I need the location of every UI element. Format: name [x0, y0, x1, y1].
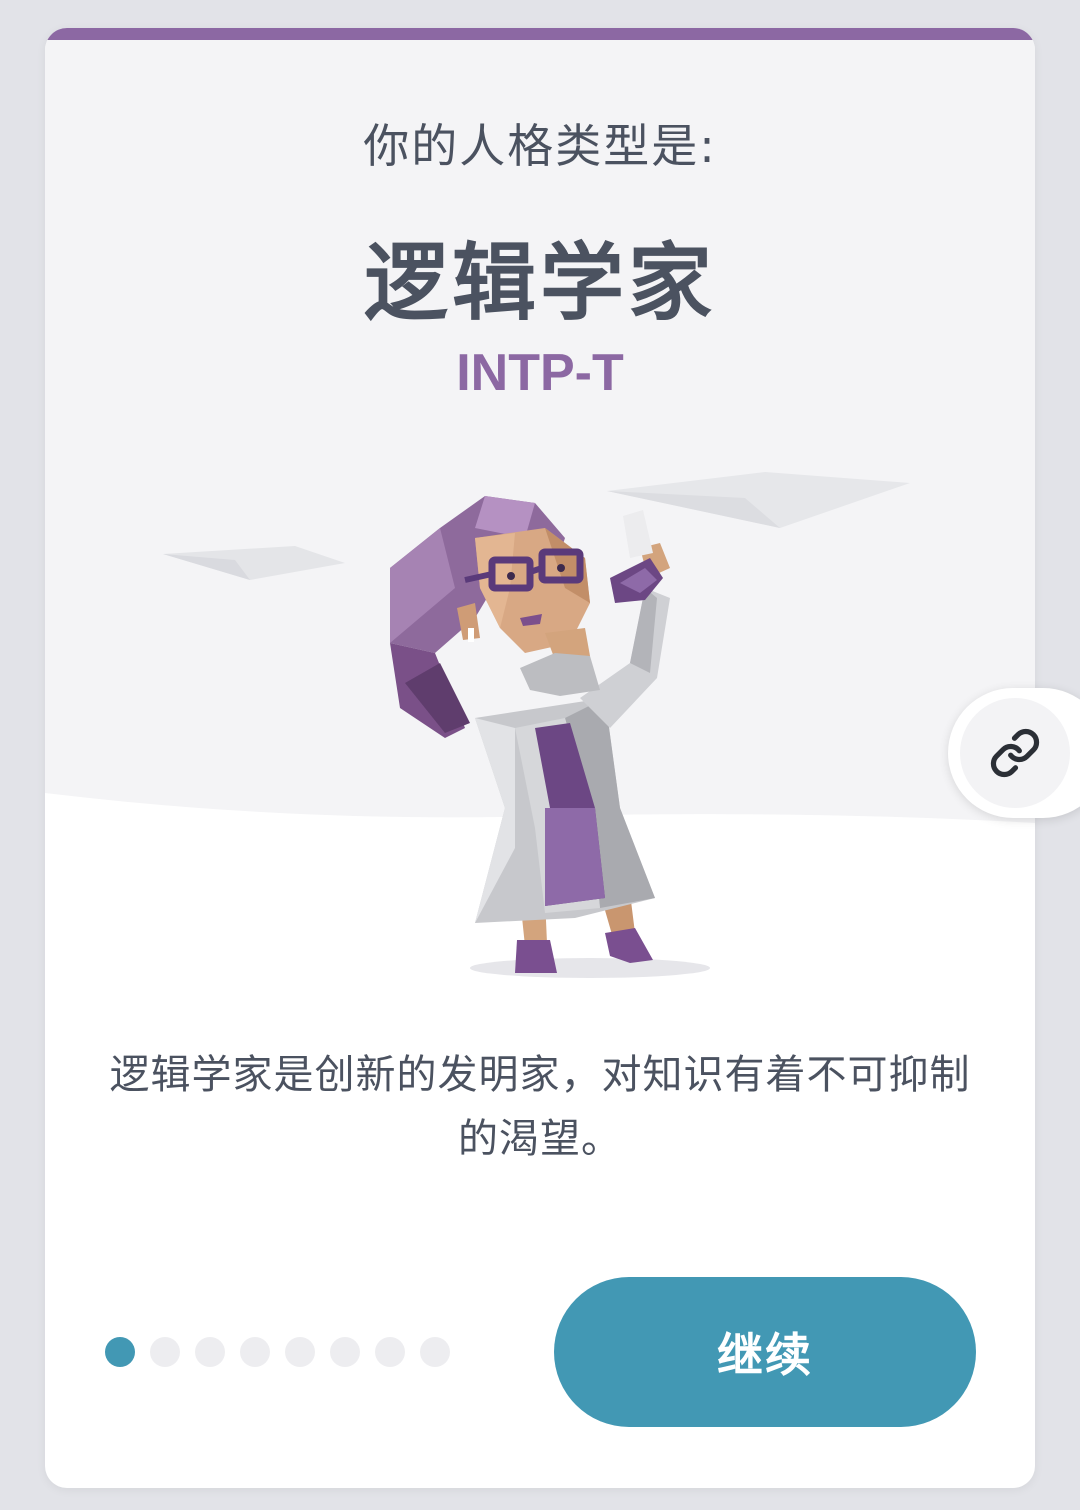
progress-dot	[375, 1337, 405, 1367]
progress-dot	[240, 1337, 270, 1367]
progress-dot	[420, 1337, 450, 1367]
personality-description: 逻辑学家是创新的发明家，对知识有着不可抑制的渴望。	[109, 1052, 971, 1162]
progress-dot	[330, 1337, 360, 1367]
continue-button[interactable]: 继续	[554, 1277, 976, 1427]
card-accent-bar	[45, 28, 1035, 40]
personality-type-name: 逻辑学家	[363, 234, 716, 332]
progress-dots	[105, 1337, 450, 1367]
logician-illustration	[45, 472, 1035, 1008]
progress-dot	[285, 1337, 315, 1367]
result-card: 你的人格类型是: 逻辑学家 INTP-T 逻辑学家是创新的发明家，对知识有着不可…	[45, 28, 1035, 1488]
progress-dot	[150, 1337, 180, 1367]
personality-type-code: INTP-T	[456, 344, 624, 402]
link-icon-container	[960, 698, 1070, 808]
progress-dot-active	[105, 1337, 135, 1367]
link-icon	[990, 728, 1040, 778]
result-subtitle: 你的人格类型是:	[363, 119, 717, 173]
progress-dot	[195, 1337, 225, 1367]
share-link-button[interactable]	[948, 688, 1080, 818]
